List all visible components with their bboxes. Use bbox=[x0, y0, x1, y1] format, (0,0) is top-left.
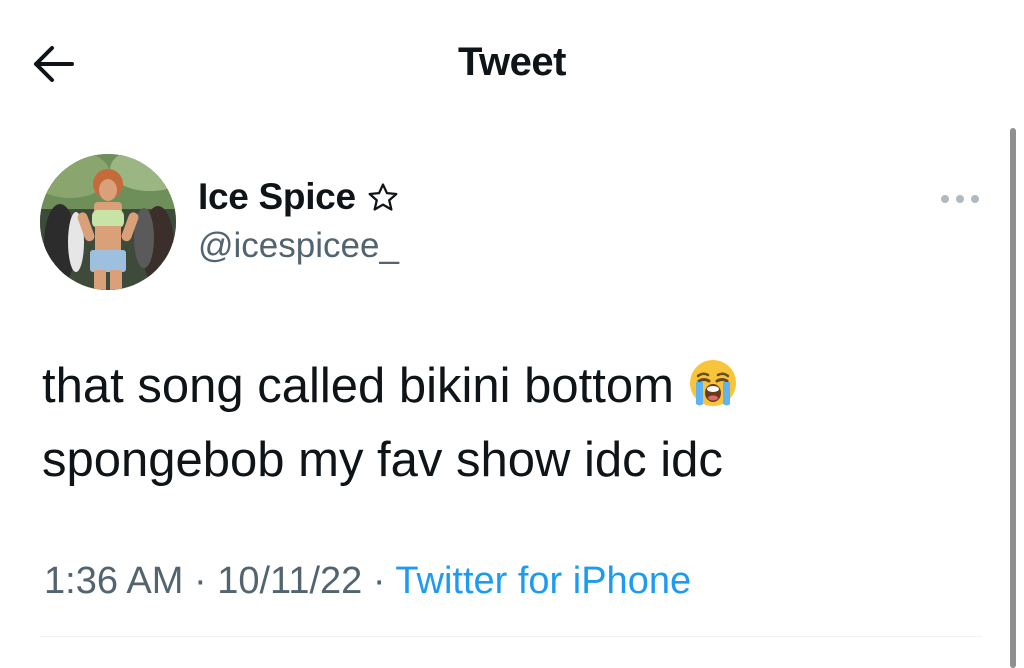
tweet-date[interactable]: 10/11/22 bbox=[217, 560, 362, 602]
star-outline-icon bbox=[368, 183, 398, 211]
loudly-crying-face-emoji bbox=[688, 358, 738, 426]
more-horizontal-icon bbox=[941, 195, 979, 203]
tweet-text: that song called bikini bottom spongebob… bbox=[42, 352, 738, 494]
divider bbox=[40, 636, 982, 637]
tweet-meta: 1:36 AM · 10/11/22 · Twitter for iPhone bbox=[44, 560, 691, 603]
tweet-line-2: spongebob my fav show idc idc bbox=[42, 433, 723, 487]
scrollbar[interactable] bbox=[1010, 128, 1016, 668]
meta-separator: · bbox=[362, 560, 396, 602]
tweet-time[interactable]: 1:36 AM bbox=[44, 560, 183, 602]
page-title: Tweet bbox=[458, 40, 566, 84]
avatar[interactable] bbox=[40, 154, 176, 290]
author-name-row[interactable]: Ice Spice bbox=[198, 176, 400, 218]
tweet-line-1-text: that song called bikini bottom bbox=[42, 359, 674, 413]
more-button[interactable] bbox=[936, 184, 984, 214]
tweet-line-1: that song called bikini bottom bbox=[42, 352, 738, 426]
author-handle[interactable]: @icespicee_ bbox=[198, 226, 399, 266]
meta-separator: · bbox=[183, 560, 218, 602]
tweet-source-link[interactable]: Twitter for iPhone bbox=[395, 560, 691, 602]
display-name[interactable]: Ice Spice bbox=[198, 176, 356, 218]
